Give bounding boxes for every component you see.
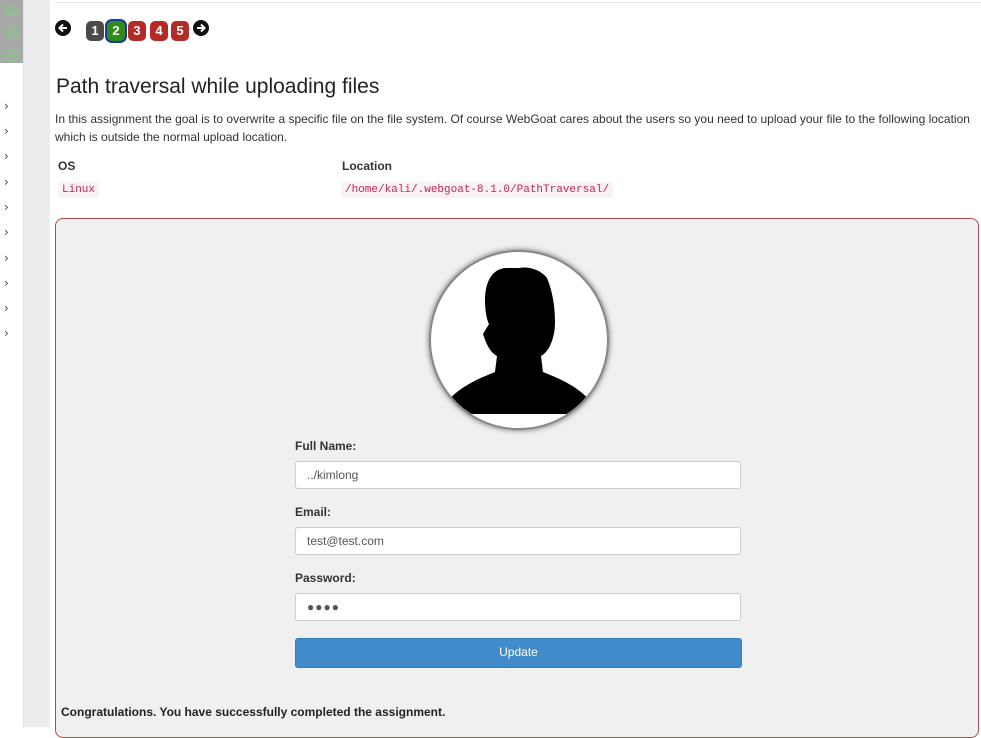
arrow-circle-left-icon[interactable] xyxy=(55,20,71,36)
check-square-icon xyxy=(6,50,17,61)
chevron-right-icon[interactable]: › xyxy=(4,327,9,339)
table-cell-os: Linux xyxy=(58,182,100,198)
page-title: Path traversal while uploading files xyxy=(56,75,380,98)
check-square-icon xyxy=(6,5,17,16)
fullname-label: Full Name: xyxy=(295,439,357,453)
assignment-panel: Full Name: Email: Password: ●●●● Update … xyxy=(55,218,979,738)
table-header-os: OS xyxy=(58,159,76,173)
chevron-right-icon[interactable]: › xyxy=(4,150,9,162)
password-label: Password: xyxy=(295,571,356,585)
page-button-3[interactable]: 3 xyxy=(128,21,146,41)
chevron-right-icon[interactable]: › xyxy=(4,252,9,264)
password-mask: ●●●● xyxy=(307,600,340,614)
page-button-2[interactable]: 2 xyxy=(107,21,125,41)
page-button-5[interactable]: 5 xyxy=(171,21,189,41)
password-input[interactable]: ●●●● xyxy=(295,593,741,621)
table-header-location: Location xyxy=(342,159,392,173)
user-silhouette-icon[interactable] xyxy=(429,250,609,430)
sidebar-completed-section xyxy=(0,0,23,63)
sidebar-gutter xyxy=(23,0,50,727)
chevron-right-icon[interactable]: › xyxy=(4,100,9,112)
chevron-right-icon[interactable]: › xyxy=(4,125,9,137)
page-button-1[interactable]: 1 xyxy=(86,21,104,41)
email-label: Email: xyxy=(295,505,332,519)
success-message: Congratulations. You have successfully c… xyxy=(61,705,446,719)
email-input[interactable] xyxy=(295,527,741,555)
chevron-right-icon[interactable]: › xyxy=(4,201,9,213)
table-cell-location: /home/kali/.webgoat-8.1.0/PathTraversal/ xyxy=(341,182,614,198)
divider xyxy=(55,0,981,3)
chevron-right-icon[interactable]: › xyxy=(4,277,9,289)
update-button[interactable]: Update xyxy=(295,638,742,668)
lesson-description: In this assignment the goal is to overwr… xyxy=(55,112,970,144)
check-square-icon xyxy=(6,27,17,38)
chevron-right-icon[interactable]: › xyxy=(4,176,9,188)
chevron-right-icon[interactable]: › xyxy=(4,302,9,314)
fullname-input[interactable] xyxy=(295,461,741,489)
arrow-circle-right-icon[interactable] xyxy=(193,20,209,36)
chevron-right-icon[interactable]: › xyxy=(4,226,9,238)
page-button-4[interactable]: 4 xyxy=(150,21,168,41)
